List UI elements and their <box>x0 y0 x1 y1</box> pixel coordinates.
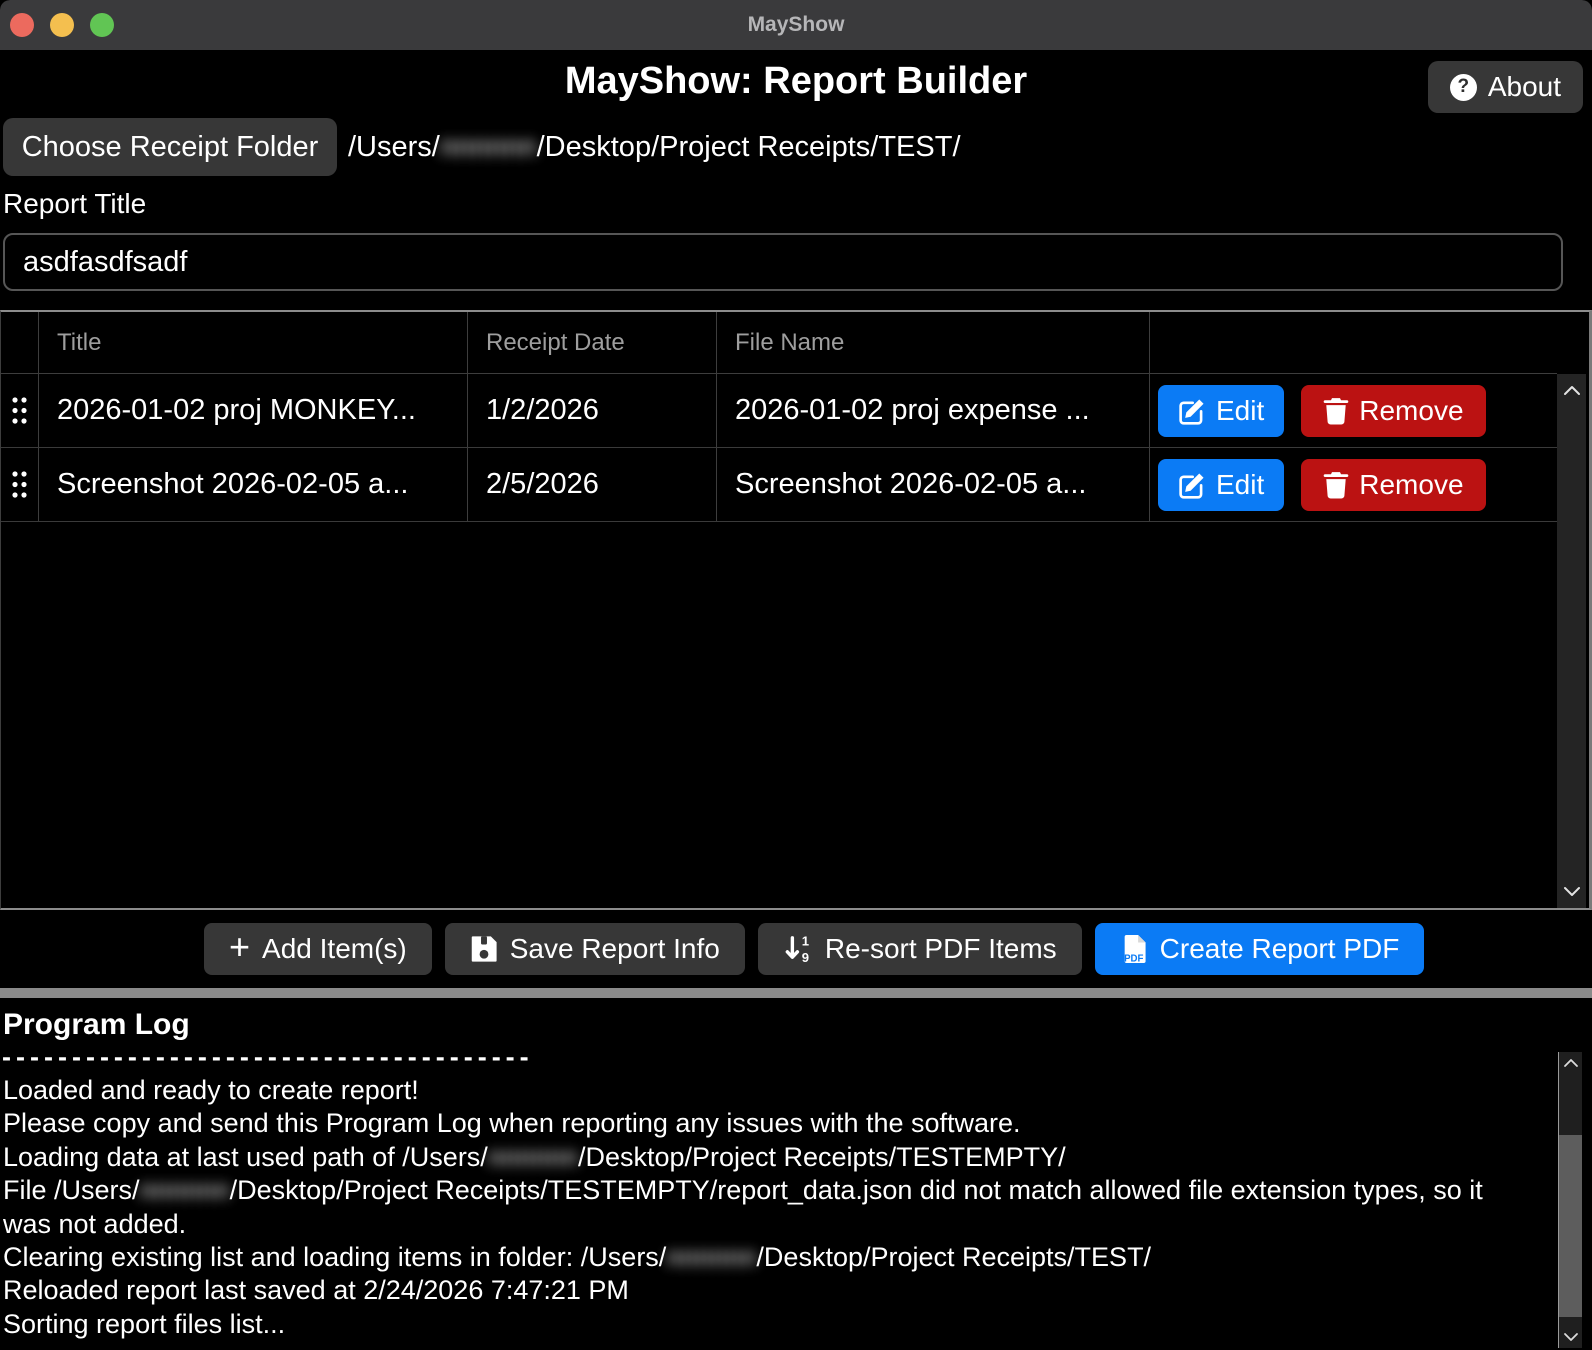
item-file-name-cell: Screenshot 2026-02-05 a... <box>717 448 1150 521</box>
create-report-pdf-button[interactable]: PDF Create Report PDF <box>1095 923 1425 975</box>
item-actions-cell: Edit Remove <box>1150 448 1557 521</box>
actions-column-header <box>1150 312 1557 373</box>
program-log-output: Loaded and ready to create report!Please… <box>3 1074 1515 1341</box>
svg-text:PDF: PDF <box>1124 953 1143 964</box>
pencil-square-icon <box>1178 471 1206 499</box>
program-log-title: Program Log <box>3 1008 190 1042</box>
log-line: File /Users/nnnnnn/Desktop/Project Recei… <box>3 1174 1515 1241</box>
remove-button-label: Remove <box>1359 469 1463 501</box>
question-circle-icon: ? <box>1450 74 1477 101</box>
item-receipt-date-cell: 2/5/2026 <box>468 448 717 521</box>
grip-dots-icon <box>11 396 28 425</box>
window-title: MayShow <box>0 0 1592 50</box>
report-items-table: Title Receipt Date File Name 2026-01-02 … <box>0 310 1592 910</box>
resort-pdf-items-button[interactable]: 1 9 Re-sort PDF Items <box>758 923 1082 975</box>
scroll-up-icon[interactable] <box>1563 385 1581 396</box>
report-title-input[interactable] <box>3 233 1563 291</box>
log-scroll-up-icon[interactable] <box>1563 1058 1579 1068</box>
table-row: 2026-01-02 proj MONKEY... 1/2/2026 2026-… <box>1 374 1557 448</box>
item-actions-cell: Edit Remove <box>1150 374 1557 447</box>
table-row: Screenshot 2026-02-05 a... 2/5/2026 Scre… <box>1 448 1557 522</box>
grip-dots-icon <box>11 470 28 499</box>
about-button[interactable]: ? About <box>1428 61 1583 113</box>
app-window: MayShow MayShow: Report Builder ? About … <box>0 0 1592 1350</box>
section-divider <box>0 988 1592 998</box>
program-log-separator: -------------------------------------- <box>2 1042 534 1073</box>
redacted-username: nnnnnn <box>440 131 537 164</box>
pdf-file-icon: PDF <box>1120 934 1148 964</box>
floppy-save-icon <box>470 935 498 963</box>
redacted-username: nnnnnn <box>140 1175 230 1205</box>
item-receipt-date-cell: 1/2/2026 <box>468 374 717 447</box>
resort-pdf-items-label: Re-sort PDF Items <box>825 933 1057 965</box>
pencil-square-icon <box>1178 397 1206 425</box>
item-file-name-cell: 2026-01-02 proj expense ... <box>717 374 1150 447</box>
table-scrollbar[interactable] <box>1557 374 1586 908</box>
svg-text:9: 9 <box>802 950 809 964</box>
bottom-actions-row: + Add Item(s) Save Report Info 1 9 Re-so… <box>204 923 1424 975</box>
sort-numeric-down-icon: 1 9 <box>783 934 813 964</box>
redacted-username: nnnnnn <box>666 1242 756 1272</box>
redacted-username: nnnnnn <box>488 1142 578 1172</box>
choose-receipt-folder-button[interactable]: Choose Receipt Folder <box>3 118 337 176</box>
scroll-down-icon[interactable] <box>1563 886 1581 897</box>
trash-icon <box>1323 471 1349 499</box>
add-items-button-label: Add Item(s) <box>262 933 407 965</box>
handle-column-header <box>1 312 39 373</box>
title-column-header: Title <box>39 312 468 373</box>
log-scroll-down-icon[interactable] <box>1563 1332 1579 1342</box>
save-report-info-label: Save Report Info <box>510 933 720 965</box>
edit-button[interactable]: Edit <box>1158 385 1284 437</box>
remove-button[interactable]: Remove <box>1301 385 1485 437</box>
report-title-label: Report Title <box>3 188 146 220</box>
edit-button-label: Edit <box>1216 395 1264 427</box>
titlebar: MayShow <box>0 0 1592 50</box>
remove-button[interactable]: Remove <box>1301 459 1485 511</box>
item-title-cell: 2026-01-02 proj MONKEY... <box>39 374 468 447</box>
table-header-row: Title Receipt Date File Name <box>1 312 1557 374</box>
svg-text:1: 1 <box>802 934 809 949</box>
drag-handle[interactable] <box>1 374 39 447</box>
edit-button-label: Edit <box>1216 469 1264 501</box>
receipt-date-column-header: Receipt Date <box>468 312 717 373</box>
file-name-column-header: File Name <box>717 312 1150 373</box>
table-body: 2026-01-02 proj MONKEY... 1/2/2026 2026-… <box>1 374 1589 522</box>
create-report-pdf-label: Create Report PDF <box>1160 933 1400 965</box>
log-line: Please copy and send this Program Log wh… <box>3 1107 1515 1140</box>
log-scrollbar-thumb[interactable] <box>1559 1135 1582 1317</box>
log-line: Loading data at last used path of /Users… <box>3 1141 1515 1174</box>
log-line: Loaded and ready to create report! <box>3 1074 1515 1107</box>
remove-button-label: Remove <box>1359 395 1463 427</box>
add-items-button[interactable]: + Add Item(s) <box>204 923 432 975</box>
item-title-cell: Screenshot 2026-02-05 a... <box>39 448 468 521</box>
log-line: Reloaded report last saved at 2/24/2026 … <box>3 1274 1515 1307</box>
save-report-info-button[interactable]: Save Report Info <box>445 923 745 975</box>
receipt-folder-path: /Users/nnnnnn/Desktop/Project Receipts/T… <box>348 118 961 176</box>
log-line: Clearing existing list and loading items… <box>3 1241 1515 1274</box>
page-title: MayShow: Report Builder <box>0 60 1592 103</box>
trash-icon <box>1323 397 1349 425</box>
edit-button[interactable]: Edit <box>1158 459 1284 511</box>
drag-handle[interactable] <box>1 448 39 521</box>
log-line: Sorting report files list... <box>3 1308 1515 1341</box>
plus-icon: + <box>229 929 250 965</box>
about-button-label: About <box>1488 71 1561 103</box>
